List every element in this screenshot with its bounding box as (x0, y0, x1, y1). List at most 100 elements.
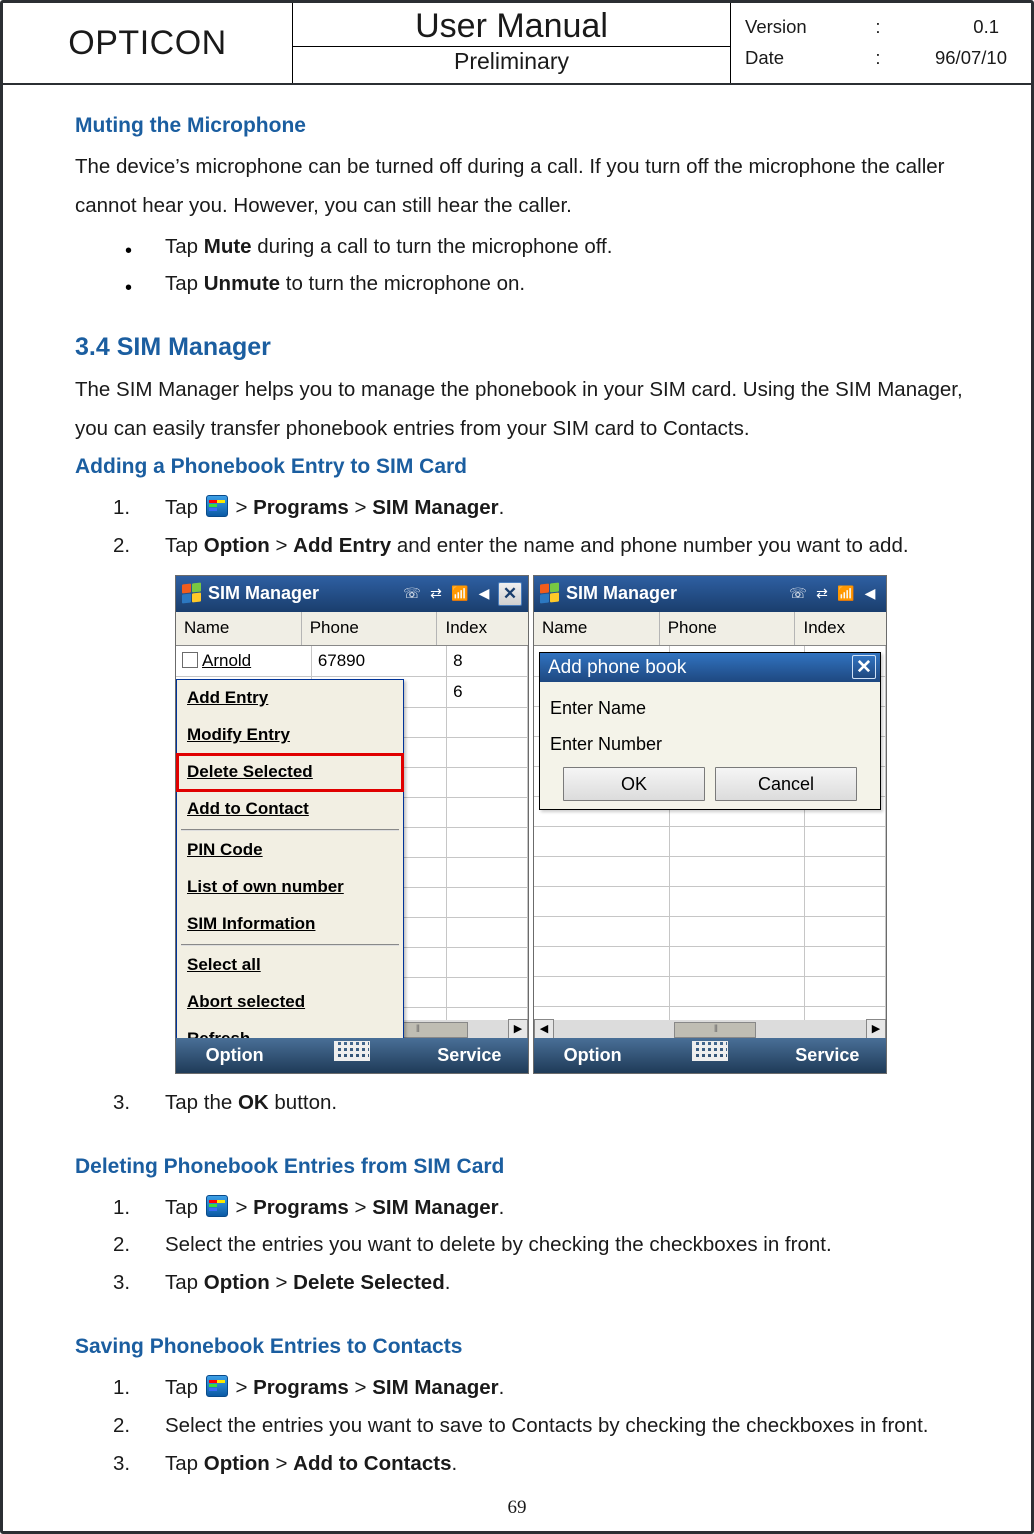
softkey-service[interactable]: Service (769, 1041, 886, 1071)
checkbox-icon[interactable] (182, 652, 198, 668)
header-brand: OPTICON (3, 3, 293, 83)
date-value: 96/07/10 (886, 43, 1019, 74)
scroll-thumb[interactable] (674, 1022, 756, 1038)
d3-option: Option (204, 1271, 270, 1294)
grid-header: Name Phone Index (176, 612, 528, 646)
grid-header: Name Phone Index (534, 612, 886, 646)
table-row[interactable]: Arnold 67890 8 (176, 646, 528, 677)
keyboard-icon (334, 1041, 370, 1061)
table-row[interactable] (534, 887, 886, 917)
menu-modify-entry[interactable]: Modify Entry (177, 717, 403, 754)
col-name[interactable]: Name (534, 612, 660, 645)
wm-content: Arnold 67890 8 3 6 (176, 646, 528, 1038)
phone-off-icon[interactable]: ☏ (788, 584, 808, 604)
wm-close-icon[interactable]: ✕ (498, 582, 522, 606)
softkey-service[interactable]: Service (411, 1041, 528, 1071)
menu-separator (181, 944, 399, 946)
menu-delete-selected[interactable]: Delete Selected (177, 754, 403, 791)
b1-prefix: Tap (165, 235, 204, 258)
adding-heading: Adding a Phonebook Entry to SIM Card (75, 450, 963, 485)
screenshot-left: SIM Manager ☏ ⇄ 📶 ◀ ✕ Name Phone Index (175, 575, 529, 1074)
muting-para: The device’s microphone can be turned of… (75, 148, 963, 226)
windows-start-icon[interactable] (540, 584, 560, 604)
soft-key-bar: Option Service (534, 1038, 886, 1073)
phone-off-icon[interactable]: ☏ (402, 584, 422, 604)
softkey-keyboard[interactable] (651, 1041, 768, 1071)
a3-ok: OK (238, 1091, 269, 1114)
col-phone[interactable]: Phone (302, 612, 438, 645)
table-row[interactable] (534, 857, 886, 887)
a1-programs: Programs (253, 496, 349, 519)
cancel-button[interactable]: Cancel (715, 767, 857, 801)
header-title: User Manual (293, 9, 730, 48)
table-row[interactable] (534, 827, 886, 857)
scroll-right-icon[interactable]: ▶ (866, 1019, 886, 1038)
dialog-title: Add phone book (548, 652, 686, 683)
a2-a: Tap (165, 534, 204, 557)
enter-number-field[interactable]: Enter Number (550, 730, 870, 760)
col-index[interactable]: Index (437, 612, 528, 645)
colon: : (870, 12, 886, 43)
windows-start-icon[interactable] (182, 584, 202, 604)
bullet-1: Tap Mute during a call to turn the micro… (75, 228, 963, 266)
a1-prefix: Tap (165, 496, 204, 519)
a2-gt: > (270, 534, 293, 557)
menu-list-own[interactable]: List of own number (177, 869, 403, 906)
menu-add-entry[interactable]: Add Entry (177, 680, 403, 717)
d3-a: Tap (165, 1271, 204, 1294)
deleting-step-3: 3. Tap Option > Delete Selected. (75, 1264, 963, 1302)
col-name[interactable]: Name (176, 612, 302, 645)
scroll-right-icon[interactable]: ▶ (508, 1019, 528, 1038)
scroll-left-icon[interactable]: ◀ (534, 1019, 554, 1038)
saving-heading: Saving Phonebook Entries to Contacts (75, 1330, 963, 1365)
saving-step-1: 1. Tap > Programs > SIM Manager. (75, 1369, 963, 1407)
col-phone[interactable]: Phone (660, 612, 796, 645)
version-value: 0.1 (886, 12, 1019, 43)
wm-title: SIM Manager (566, 579, 782, 609)
menu-sim-info[interactable]: SIM Information (177, 906, 403, 943)
brand-text: OPTICON (68, 15, 226, 71)
adding-steps: 1. Tap > Programs > SIM Manager. 2. Tap … (75, 489, 963, 565)
enter-name-field[interactable]: Enter Name (550, 694, 870, 724)
scroll-track[interactable] (554, 1020, 866, 1038)
cell-phone: 67890 (311, 646, 446, 677)
connectivity-icon[interactable]: ⇄ (426, 584, 446, 604)
saving-step-3: 3. Tap Option > Add to Contacts. (75, 1445, 963, 1483)
softkey-keyboard[interactable] (293, 1041, 410, 1071)
ok-button[interactable]: OK (563, 767, 705, 801)
volume-icon[interactable]: ◀ (860, 584, 880, 604)
header-meta: Version : 0.1 Date : 96/07/10 (731, 3, 1031, 83)
context-menu: Add Entry Modify Entry Delete Selected A… (176, 679, 404, 1038)
menu-add-to-contact[interactable]: Add to Contact (177, 791, 403, 828)
signal-icon[interactable]: 📶 (836, 584, 856, 604)
table-row[interactable] (534, 977, 886, 1007)
cell-index: 8 (447, 646, 528, 677)
dialog-close-icon[interactable]: ✕ (852, 655, 876, 679)
add-phonebook-dialog: Add phone book ✕ Enter Name Enter Number… (539, 652, 881, 810)
colon: : (870, 43, 886, 74)
table-row[interactable] (534, 917, 886, 947)
body: Muting the Microphone The device’s micro… (3, 85, 1031, 1493)
h-scrollbar[interactable]: ◀ ▶ (534, 1020, 886, 1038)
softkey-option[interactable]: Option (534, 1041, 651, 1071)
b2-bold: Unmute (204, 272, 280, 295)
menu-pin-code[interactable]: PIN Code (177, 832, 403, 869)
softkey-option[interactable]: Option (176, 1041, 293, 1071)
menu-abort-selected[interactable]: Abort selected (177, 984, 403, 1021)
menu-refresh[interactable]: Refresh (177, 1021, 403, 1038)
volume-icon[interactable]: ◀ (474, 584, 494, 604)
signal-icon[interactable]: 📶 (450, 584, 470, 604)
col-index[interactable]: Index (795, 612, 886, 645)
muting-heading: Muting the Microphone (75, 109, 963, 144)
wm-status-icons: ☏ ⇄ 📶 ◀ ✕ (402, 582, 522, 606)
menu-select-all[interactable]: Select all (177, 947, 403, 984)
wm-titlebar: SIM Manager ☏ ⇄ 📶 ◀ ✕ (176, 576, 528, 612)
a1-simmgr: SIM Manager (372, 496, 498, 519)
table-row[interactable] (534, 947, 886, 977)
version-row: Version : 0.1 (737, 12, 1019, 43)
date-label: Date (737, 43, 870, 74)
header-subtitle: Preliminary (454, 47, 569, 77)
connectivity-icon[interactable]: ⇄ (812, 584, 832, 604)
adding-step-1: 1. Tap > Programs > SIM Manager. (75, 489, 963, 527)
keyboard-icon (692, 1041, 728, 1061)
